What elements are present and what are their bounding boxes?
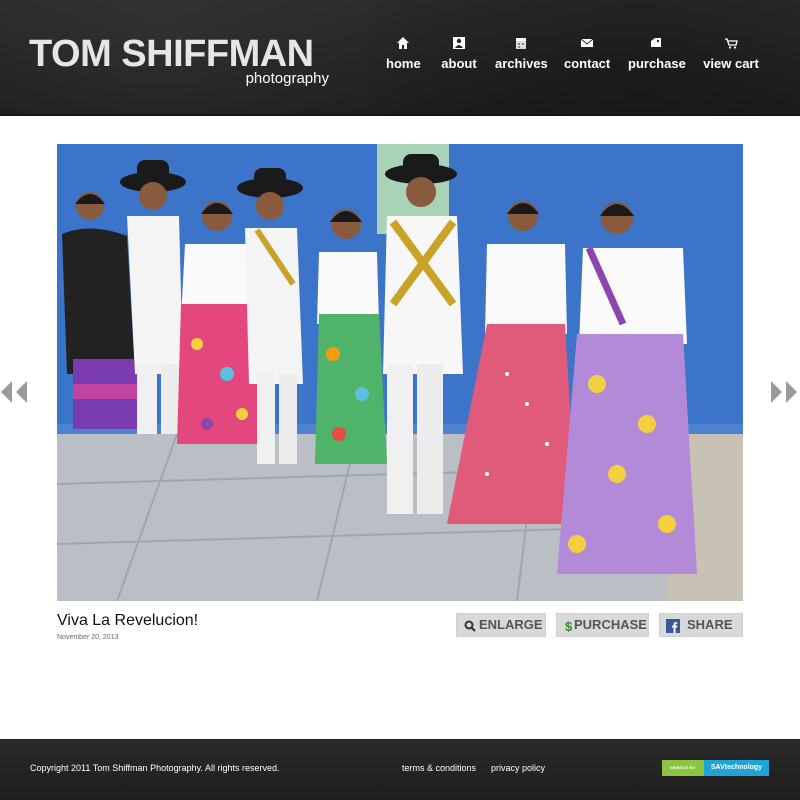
- nav-purchase-label: purchase: [628, 56, 686, 71]
- nav-archives[interactable]: archives: [495, 36, 548, 76]
- nav-view-cart-label: view cart: [703, 56, 759, 71]
- svg-text:$: $: [565, 619, 573, 633]
- nav-purchase[interactable]: purchase: [628, 36, 686, 76]
- enlarge-button-label: ENLARGE: [479, 617, 543, 632]
- nav-home-label: home: [386, 56, 421, 71]
- logo-name: TOM SHIFFMAN: [29, 33, 314, 75]
- site-footer: Copyright 2011 Tom Shiffman Photography.…: [0, 739, 800, 800]
- envelope-icon: [564, 36, 610, 52]
- nav-home[interactable]: home: [386, 36, 421, 76]
- photo-title: Viva La Revelucion!: [57, 612, 199, 629]
- privacy-link[interactable]: privacy policy: [491, 763, 545, 773]
- main-photo[interactable]: [57, 144, 743, 601]
- nav-archives-label: archives: [495, 56, 548, 71]
- enlarge-button[interactable]: ENLARGE: [456, 613, 546, 637]
- badge-website-by: WEBSITE BY:: [662, 760, 704, 776]
- tag-icon: [628, 36, 684, 52]
- nav-about[interactable]: about: [440, 36, 478, 76]
- nav-view-cart[interactable]: view cart: [702, 36, 760, 76]
- person-icon: [440, 36, 478, 52]
- website-by-badge[interactable]: WEBSITE BY: SAVtechnology: [662, 760, 769, 776]
- terms-link[interactable]: terms & conditions: [402, 763, 476, 773]
- badge-sav-technology: SAVtechnology: [704, 760, 769, 776]
- purchase-button-label: PURCHASE: [574, 617, 647, 632]
- facebook-icon: [666, 618, 680, 633]
- share-button-label: SHARE: [687, 617, 733, 632]
- purchase-button[interactable]: $ PURCHASE: [556, 613, 649, 637]
- share-button[interactable]: SHARE: [659, 613, 743, 637]
- magnifier-icon: [463, 618, 477, 632]
- calendar-icon: [495, 36, 547, 52]
- nav-contact[interactable]: contact: [564, 36, 610, 76]
- copyright-text: Copyright 2011 Tom Shiffman Photography.…: [30, 763, 280, 773]
- nav-contact-label: contact: [564, 56, 611, 71]
- previous-arrow-icon[interactable]: [0, 380, 30, 404]
- home-icon: [386, 36, 420, 52]
- cart-icon: [702, 36, 760, 52]
- next-arrow-icon[interactable]: [768, 380, 798, 404]
- logo-subtitle: photography: [245, 70, 329, 87]
- site-logo[interactable]: TOM SHIFFMAN photography: [29, 34, 329, 90]
- site-header: TOM SHIFFMAN photography home about arch…: [0, 0, 800, 116]
- photo-date: November 20, 2013: [57, 634, 119, 641]
- nav-about-label: about: [441, 56, 477, 71]
